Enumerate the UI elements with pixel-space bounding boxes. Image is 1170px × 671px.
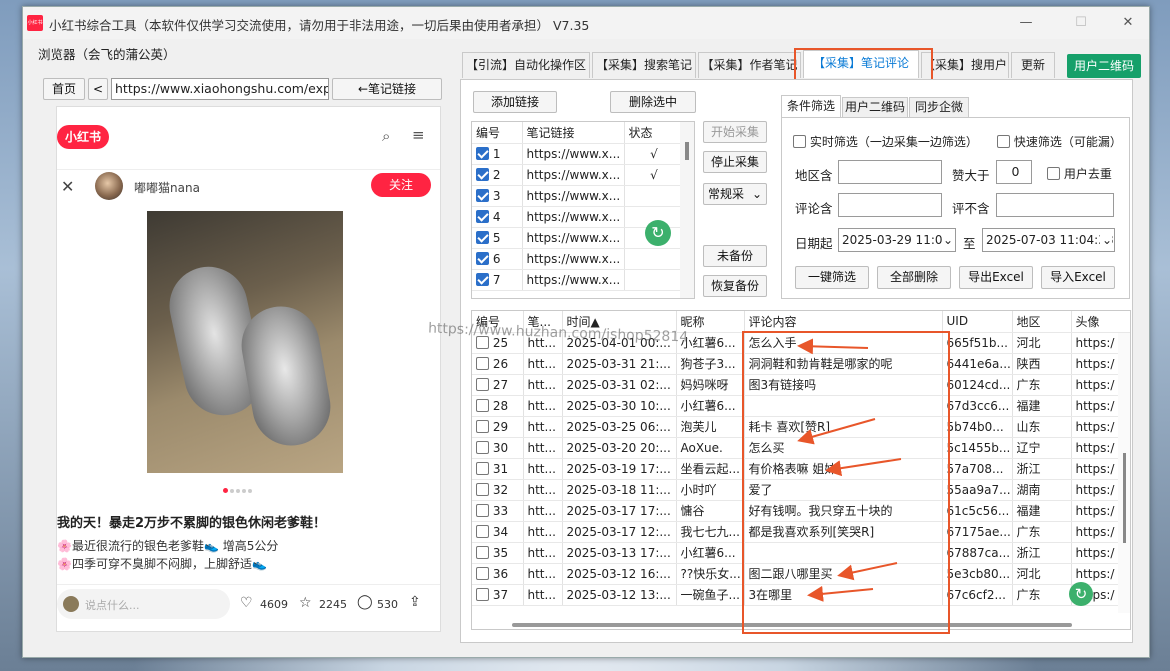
- arrow-3: [825, 458, 902, 477]
- annotation-arrows: [797, 338, 902, 602]
- arrow-5: [807, 585, 874, 602]
- arrow-4: [837, 562, 898, 581]
- refresh-icon[interactable]: ↻: [1069, 582, 1093, 606]
- arrow-1: [797, 338, 869, 355]
- arrow-2: [797, 418, 876, 445]
- app-window: 小红书 小红书综合工具（本软件仅供学习交流使用，请勿用于非法用途，一切后果由使用…: [22, 6, 1150, 658]
